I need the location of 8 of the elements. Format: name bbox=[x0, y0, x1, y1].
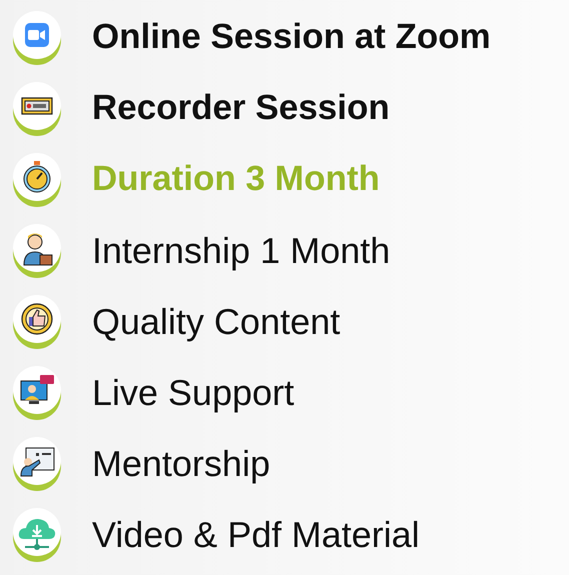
feature-label: Live Support bbox=[92, 372, 294, 412]
feature-label: Duration 3 Month bbox=[92, 160, 380, 199]
feature-label: Mentorship bbox=[92, 444, 270, 484]
feature-label: Quality Content bbox=[92, 302, 340, 342]
feature-label: Online Session at Zoom bbox=[92, 18, 491, 57]
feature-label: Video & Pdf Material bbox=[92, 514, 420, 554]
feature-label: Recorder Session bbox=[92, 89, 390, 128]
feature-label: Internship 1 Month bbox=[92, 230, 390, 270]
